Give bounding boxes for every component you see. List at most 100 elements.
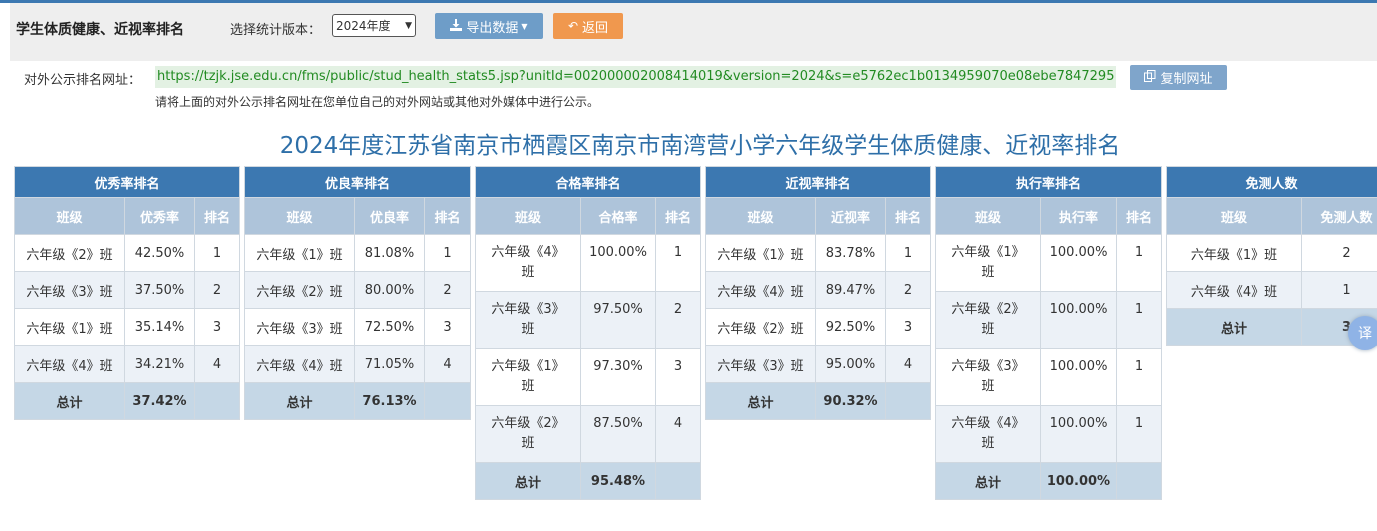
table-title: 执行率排名 — [935, 166, 1162, 198]
class-cell: 六年级《1》班 — [475, 348, 581, 406]
col-header-class: 班级 — [244, 197, 355, 235]
rank-cell: 1 — [1116, 405, 1162, 463]
total-empty-cell — [194, 382, 240, 420]
table-row: 六年级《4》班 89.47% 2 — [705, 271, 931, 309]
exempt-count-table: 免测人数 班级 免测人数 六年级《1》班 2 六年级《4》班 1 总计 3 — [1166, 166, 1377, 346]
table-title: 合格率排名 — [475, 166, 701, 198]
col-header-class: 班级 — [1166, 197, 1302, 235]
total-empty-cell — [655, 462, 701, 500]
rate-cell: 95.00% — [815, 345, 886, 383]
rate-cell: 100.00% — [1040, 234, 1117, 292]
rank-cell: 4 — [885, 345, 931, 383]
table-row: 六年级《1》班 97.30% 3 — [475, 348, 701, 406]
total-row: 总计 95.48% — [475, 462, 701, 500]
version-select[interactable]: 2024年度 ▼ — [332, 14, 416, 37]
class-cell: 六年级《3》班 — [14, 271, 125, 309]
copy-url-label: 复制网址 — [1160, 72, 1213, 87]
col-header-rank: 排名 — [424, 197, 471, 235]
rank-cell: 2 — [655, 291, 701, 349]
publish-hint: 请将上面的对外公示排名网址在您单位自己的对外网站或其他对外媒体中进行公示。 — [155, 95, 600, 109]
table-row: 六年级《1》班 35.14% 3 — [14, 308, 240, 346]
export-data-button[interactable]: 导出数据 ▼ — [435, 13, 543, 39]
toolbar: 学生体质健康、近视率排名 选择统计版本： 2024年度 ▼ 导出数据 ▼ ↶ 返… — [10, 3, 1377, 61]
col-header-rank: 排名 — [194, 197, 240, 235]
total-value: 37.42% — [124, 382, 195, 420]
total-empty-cell — [885, 382, 931, 420]
table-row: 六年级《4》班 34.21% 4 — [14, 345, 240, 383]
class-cell: 六年级《1》班 — [1166, 234, 1302, 272]
rank-cell: 4 — [194, 345, 240, 383]
public-url-value[interactable]: https://tzjk.jse.edu.cn/fms/public/stud_… — [155, 66, 1117, 88]
col-header-count: 免测人数 — [1301, 197, 1377, 235]
class-cell: 六年级《1》班 — [705, 234, 816, 272]
execution-rate-table: 执行率排名 班级 执行率 排名 六年级《1》班 100.00% 1 六年级《2》… — [935, 166, 1162, 500]
copy-url-button[interactable]: 复制网址 — [1130, 65, 1227, 90]
back-button[interactable]: ↶ 返回 — [553, 13, 623, 39]
total-label: 总计 — [935, 462, 1041, 500]
rank-cell: 1 — [424, 234, 471, 272]
rate-cell: 92.50% — [815, 308, 886, 346]
class-cell: 六年级《1》班 — [935, 234, 1041, 292]
public-url-label: 对外公示排名网址： — [24, 73, 142, 88]
total-row: 总计 3 — [1166, 308, 1377, 346]
ranking-title: 2024年度江苏省南京市栖霞区南京市南湾营小学六年级学生体质健康、近视率排名 — [279, 133, 1121, 159]
back-label: 返回 — [582, 20, 609, 36]
class-cell: 六年级《3》班 — [475, 291, 581, 349]
download-icon — [450, 18, 463, 34]
rate-cell: 81.08% — [354, 234, 425, 272]
good-rate-table: 优良率排名 班级 优良率 排名 六年级《1》班 81.08% 1 六年级《2》班… — [244, 166, 471, 420]
total-label: 总计 — [1166, 308, 1302, 346]
table-title: 优良率排名 — [244, 166, 471, 198]
class-cell: 六年级《4》班 — [14, 345, 125, 383]
col-header-class: 班级 — [14, 197, 125, 235]
rank-cell: 3 — [655, 348, 701, 406]
class-cell: 六年级《4》班 — [244, 345, 355, 383]
table-row: 六年级《4》班 71.05% 4 — [244, 345, 471, 383]
total-label: 总计 — [475, 462, 581, 500]
col-header-rate: 优秀率 — [124, 197, 195, 235]
translate-icon[interactable]: 译 — [1348, 316, 1377, 350]
total-value: 100.00% — [1040, 462, 1117, 500]
rank-cell: 1 — [885, 234, 931, 272]
rate-cell: 100.00% — [1040, 291, 1117, 349]
rank-cell: 1 — [655, 234, 701, 292]
col-header-class: 班级 — [705, 197, 816, 235]
rate-cell: 72.50% — [354, 308, 425, 346]
col-header-rate: 合格率 — [580, 197, 656, 235]
table-row: 六年级《1》班 81.08% 1 — [244, 234, 471, 272]
total-row: 总计 76.13% — [244, 382, 471, 420]
table-row: 六年级《4》班 100.00% 1 — [475, 234, 701, 292]
total-row: 总计 37.42% — [14, 382, 240, 420]
rate-cell: 80.00% — [354, 271, 425, 309]
class-cell: 六年级《1》班 — [244, 234, 355, 272]
version-label: 选择统计版本： — [230, 23, 322, 38]
page-title: 学生体质健康、近视率排名 — [16, 22, 184, 38]
class-cell: 六年级《3》班 — [244, 308, 355, 346]
total-value: 95.48% — [580, 462, 656, 500]
rate-cell: 42.50% — [124, 234, 195, 272]
class-cell: 六年级《2》班 — [705, 308, 816, 346]
table-row: 六年级《2》班 100.00% 1 — [935, 291, 1162, 349]
rank-cell: 1 — [1116, 291, 1162, 349]
table-title: 近视率排名 — [705, 166, 931, 198]
table-row: 六年级《3》班 72.50% 3 — [244, 308, 471, 346]
class-cell: 六年级《3》班 — [935, 348, 1041, 406]
exempt-table-viewport: 免测人数 班级 免测人数 六年级《1》班 2 六年级《4》班 1 总计 3 — [1166, 166, 1377, 356]
rank-cell: 3 — [885, 308, 931, 346]
col-header-rate: 优良率 — [354, 197, 425, 235]
rank-cell: 1 — [1116, 348, 1162, 406]
class-cell: 六年级《2》班 — [244, 271, 355, 309]
class-cell: 六年级《2》班 — [935, 291, 1041, 349]
rate-cell: 71.05% — [354, 345, 425, 383]
col-header-rank: 排名 — [655, 197, 701, 235]
table-row: 六年级《4》班 100.00% 1 — [935, 405, 1162, 463]
table-row: 六年级《3》班 95.00% 4 — [705, 345, 931, 383]
table-row: 六年级《3》班 97.50% 2 — [475, 291, 701, 349]
export-data-label: 导出数据 — [466, 20, 519, 36]
rate-cell: 100.00% — [1040, 348, 1117, 406]
class-cell: 六年级《4》班 — [935, 405, 1041, 463]
table-title-text: 免测人数 — [1245, 176, 1298, 192]
col-header-rate: 执行率 — [1040, 197, 1117, 235]
col-header-rate: 近视率 — [815, 197, 886, 235]
class-cell: 六年级《2》班 — [475, 405, 581, 463]
